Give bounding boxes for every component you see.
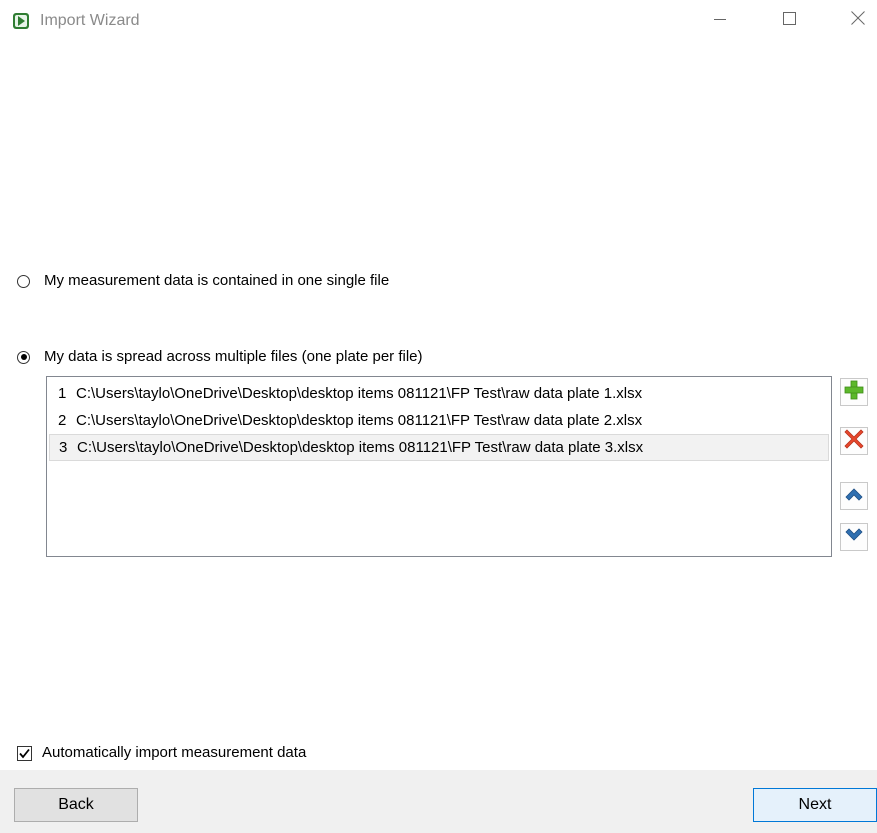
single-file-label: My measurement data is contained in one …: [44, 272, 390, 289]
multiple-files-option[interactable]: My data is spread across multiple files …: [17, 346, 423, 368]
footer-bar: Back Next: [0, 770, 877, 833]
file-path: C:\Users\taylo\OneDrive\Desktop\desktop …: [76, 412, 643, 429]
auto-import-label: Automatically import measurement data: [42, 744, 307, 761]
close-icon: [851, 11, 865, 29]
import-wizard-window: Import Wizard My measurement data is con…: [0, 0, 877, 833]
back-button[interactable]: Back: [14, 788, 138, 822]
move-up-button[interactable]: [840, 482, 868, 510]
single-file-radio[interactable]: [17, 274, 30, 288]
file-list-item[interactable]: 1 C:\Users\taylo\OneDrive\Desktop\deskto…: [49, 380, 829, 407]
close-button[interactable]: [835, 0, 877, 40]
remove-file-button[interactable]: [840, 427, 868, 455]
file-list[interactable]: 1 C:\Users\taylo\OneDrive\Desktop\deskto…: [46, 376, 832, 557]
minimize-icon: [714, 12, 726, 29]
add-file-button[interactable]: [840, 378, 868, 406]
file-path: C:\Users\taylo\OneDrive\Desktop\desktop …: [77, 439, 644, 456]
maximize-icon: [782, 11, 796, 29]
window-title: Import Wizard: [40, 12, 140, 29]
x-icon: [843, 428, 865, 454]
auto-import-option[interactable]: Automatically import measurement data: [17, 742, 306, 764]
checkmark-icon: [19, 748, 30, 758]
chevron-up-icon: [844, 484, 864, 508]
single-file-option[interactable]: My measurement data is contained in one …: [17, 270, 389, 292]
title-bar[interactable]: Import Wizard: [0, 0, 877, 42]
move-down-button[interactable]: [840, 523, 868, 551]
file-index: 2: [58, 412, 67, 429]
file-list-item-selected[interactable]: 3 C:\Users\taylo\OneDrive\Desktop\deskto…: [49, 434, 829, 461]
auto-import-checkbox[interactable]: [17, 745, 32, 761]
file-index: 3: [59, 439, 68, 456]
file-index: 1: [58, 385, 67, 402]
multiple-files-radio[interactable]: [17, 350, 30, 364]
minimize-button[interactable]: [697, 0, 743, 40]
next-button[interactable]: Next: [753, 788, 877, 822]
multiple-files-label: My data is spread across multiple files …: [44, 348, 423, 365]
maximize-button[interactable]: [766, 0, 812, 40]
file-list-item[interactable]: 2 C:\Users\taylo\OneDrive\Desktop\deskto…: [49, 407, 829, 434]
plus-icon: [843, 379, 865, 405]
chevron-down-icon: [844, 525, 864, 549]
app-icon: [12, 12, 30, 30]
file-path: C:\Users\taylo\OneDrive\Desktop\desktop …: [76, 385, 643, 402]
